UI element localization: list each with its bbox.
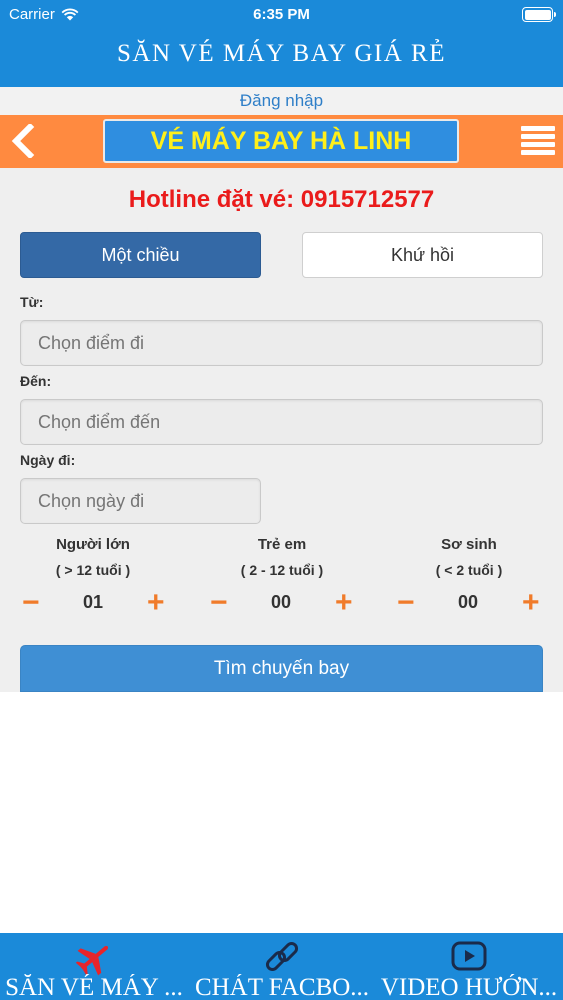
- infant-title: Sơ sinh: [441, 536, 497, 553]
- chevron-left-icon[interactable]: [8, 124, 38, 158]
- adult-range: ( > 12 tuổi ): [55, 562, 131, 578]
- tab-bar: SĂN VÉ MÁY ... CHÁT FACBO... VIDEO HƯỚN.…: [0, 933, 563, 1000]
- login-link[interactable]: Đăng nhập: [240, 91, 323, 110]
- search-flights-button[interactable]: Tìm chuyến bay: [20, 645, 543, 692]
- brand-banner: VÉ MÁY BAY HÀ LINH: [103, 119, 459, 163]
- adult-plus-button[interactable]: +: [147, 588, 165, 618]
- hamburger-menu-icon[interactable]: [521, 126, 555, 158]
- to-input[interactable]: [20, 399, 543, 445]
- adult-group: Người lớn ( > 12 tuổi ): [18, 536, 168, 578]
- child-counter: − 00 +: [208, 588, 358, 618]
- tab-flight-deals[interactable]: SĂN VÉ MÁY ...: [0, 933, 188, 1000]
- child-count: 00: [270, 592, 292, 612]
- one-way-tab[interactable]: Một chiều: [20, 232, 261, 278]
- infant-count: 00: [457, 592, 479, 612]
- nav-bar: VÉ MÁY BAY HÀ LINH: [0, 115, 563, 168]
- adult-counter: − 01 +: [20, 588, 170, 618]
- top-header: Carrier 6:35 PM SĂN VÉ MÁY BAY GIÁ RẺ: [0, 0, 563, 87]
- date-label: Ngày đi:: [20, 452, 76, 468]
- tab-label: SĂN VÉ MÁY ...: [5, 974, 183, 1000]
- child-minus-button[interactable]: −: [210, 588, 228, 618]
- from-input[interactable]: [20, 320, 543, 366]
- status-bar: Carrier 6:35 PM: [0, 0, 563, 30]
- tab-video-guide[interactable]: VIDEO HƯỚN...: [375, 933, 563, 1000]
- infant-counter: − 00 +: [395, 588, 545, 618]
- link-icon: [265, 941, 299, 972]
- login-bar: Đăng nhập: [0, 87, 563, 115]
- hotline-text: Hotline đặt vé: 0915712577: [128, 186, 435, 213]
- infant-minus-button[interactable]: −: [397, 588, 415, 618]
- date-input[interactable]: [20, 478, 261, 524]
- adult-minus-button[interactable]: −: [22, 588, 40, 618]
- tab-facebook-chat[interactable]: CHÁT FACBO...: [188, 933, 376, 1000]
- round-trip-tab[interactable]: Khứ hồi: [302, 232, 543, 278]
- airplane-icon: [75, 945, 109, 976]
- infant-group: Sơ sinh ( < 2 tuổi ): [394, 536, 544, 578]
- adult-title: Người lớn: [56, 536, 130, 553]
- screen: Carrier 6:35 PM SĂN VÉ MÁY BAY GIÁ RẺ Đă…: [0, 0, 563, 1000]
- battery-icon: [522, 7, 556, 22]
- infant-plus-button[interactable]: +: [522, 588, 540, 618]
- to-label: Đến:: [20, 373, 52, 389]
- search-form: Hotline đặt vé: 0915712577 Một chiều Khứ…: [0, 168, 563, 692]
- from-label: Từ:: [20, 294, 44, 310]
- child-title: Trẻ em: [257, 536, 307, 553]
- tab-label: VIDEO HƯỚN...: [380, 974, 558, 1000]
- tab-label: CHÁT FACBO...: [194, 974, 370, 1000]
- child-plus-button[interactable]: +: [335, 588, 353, 618]
- youtube-play-icon: [451, 941, 487, 971]
- child-range: ( 2 - 12 tuổi ): [240, 562, 324, 578]
- child-group: Trẻ em ( 2 - 12 tuổi ): [207, 536, 357, 578]
- clock: 6:35 PM: [253, 6, 310, 23]
- app-title: SĂN VÉ MÁY BAY GIÁ RẺ: [117, 40, 446, 67]
- infant-range: ( < 2 tuổi ): [435, 562, 503, 578]
- adult-count: 01: [82, 592, 104, 612]
